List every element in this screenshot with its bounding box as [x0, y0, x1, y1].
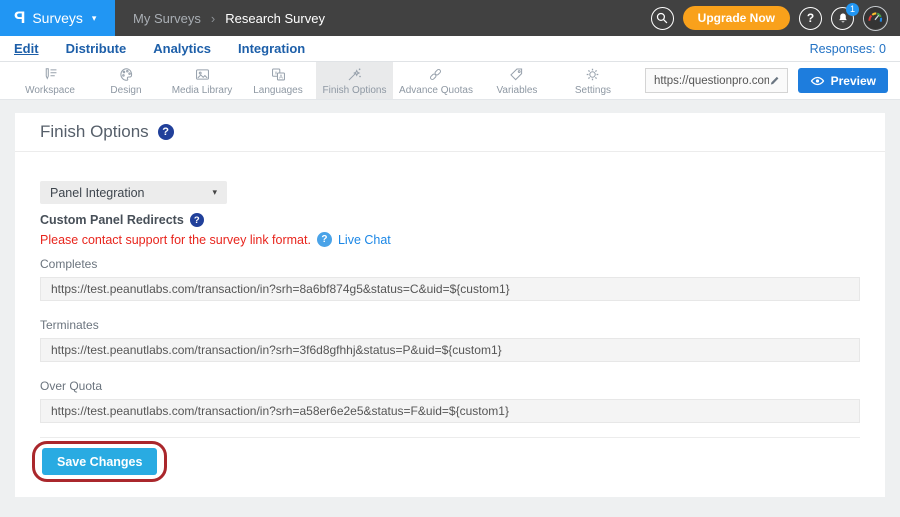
survey-url-input[interactable]	[654, 75, 769, 87]
support-note-text: Please contact support for the survey li…	[40, 233, 311, 247]
tab-languages[interactable]: x A Languages	[240, 62, 316, 99]
questionpro-logo-icon: P	[14, 8, 25, 28]
tab-design[interactable]: Design	[88, 62, 164, 99]
footer-divider	[40, 437, 860, 438]
caret-down-icon: ▾	[92, 13, 97, 24]
avatar-gauge-icon	[864, 7, 886, 29]
notifications-button[interactable]: 1	[831, 7, 854, 30]
topbar: P Surveys ▾ My Surveys › Research Survey…	[0, 0, 900, 36]
magic-wand-icon	[346, 66, 363, 83]
breadcrumb-my-surveys[interactable]: My Surveys	[133, 11, 201, 26]
responses-count[interactable]: Responses: 0	[810, 42, 886, 56]
image-icon	[194, 66, 211, 83]
search-icon	[655, 11, 669, 25]
tab-finish-options[interactable]: Finish Options	[316, 62, 393, 99]
survey-url-field	[645, 68, 788, 93]
nav-tab-edit[interactable]: Edit	[14, 41, 39, 56]
dropdown-caret-icon: ▾	[212, 187, 217, 198]
panel-integration-dropdown[interactable]: Panel Integration ▾	[40, 181, 227, 204]
help-button[interactable]: ?	[799, 7, 822, 30]
card-body: Panel Integration ▾ Custom Panel Redirec…	[15, 152, 885, 497]
completes-url-input[interactable]	[40, 277, 860, 301]
over-quota-label: Over Quota	[40, 379, 860, 393]
terminates-url-input[interactable]	[40, 338, 860, 362]
upgrade-now-button[interactable]: Upgrade Now	[683, 6, 790, 30]
nav-tab-integration[interactable]: Integration	[238, 41, 305, 56]
dropdown-selected-value: Panel Integration	[50, 186, 145, 200]
finish-options-card: Finish Options ? Panel Integration ▾ Cus…	[15, 113, 885, 497]
palette-icon	[118, 66, 135, 83]
notification-badge: 1	[846, 3, 859, 16]
translate-icon: x A	[270, 66, 287, 83]
live-chat-link[interactable]: Live Chat	[338, 233, 391, 247]
tag-icon	[508, 66, 525, 83]
topbar-actions: Upgrade Now ? 1	[651, 6, 900, 31]
terminates-label: Terminates	[40, 318, 860, 332]
live-chat-icon[interactable]: ?	[317, 232, 332, 247]
finish-options-help-icon[interactable]: ?	[158, 124, 174, 140]
custom-panel-redirects-header: Custom Panel Redirects ?	[40, 213, 860, 227]
edit-pencil-icon[interactable]	[769, 74, 781, 87]
tab-media-library[interactable]: Media Library	[164, 62, 240, 99]
nav-tab-distribute[interactable]: Distribute	[66, 41, 127, 56]
tab-variables[interactable]: Variables	[479, 62, 555, 99]
card-header: Finish Options ?	[15, 113, 885, 152]
breadcrumb-separator-icon: ›	[211, 11, 215, 26]
page-title: Finish Options	[40, 122, 149, 142]
support-note-row: Please contact support for the survey li…	[40, 232, 860, 247]
workspace-icon	[42, 66, 59, 83]
over-quota-url-input[interactable]	[40, 399, 860, 423]
tab-workspace[interactable]: Workspace	[12, 62, 88, 99]
gear-icon	[584, 66, 601, 83]
product-menu[interactable]: P Surveys ▾	[0, 0, 115, 36]
page-background: Finish Options ? Panel Integration ▾ Cus…	[0, 100, 900, 497]
section-title: Custom Panel Redirects	[40, 213, 184, 227]
save-changes-button[interactable]: Save Changes	[42, 448, 157, 475]
redirects-help-icon[interactable]: ?	[190, 213, 204, 227]
nav-tab-analytics[interactable]: Analytics	[153, 41, 211, 56]
tab-advance-quotas[interactable]: Advance Quotas	[393, 62, 479, 99]
question-icon: ?	[807, 11, 814, 25]
preview-button[interactable]: Preview	[798, 68, 888, 93]
svg-text:A: A	[279, 74, 283, 80]
save-highlight-annotation: Save Changes	[32, 441, 167, 482]
avatar[interactable]	[863, 6, 888, 31]
breadcrumb: My Surveys › Research Survey	[115, 11, 325, 26]
breadcrumb-current-survey: Research Survey	[225, 11, 325, 26]
product-menu-label: Surveys	[32, 10, 83, 26]
survey-nav: Edit Distribute Analytics Integration Re…	[0, 36, 900, 62]
completes-label: Completes	[40, 257, 860, 271]
tab-settings[interactable]: Settings	[555, 62, 631, 99]
search-button[interactable]	[651, 7, 674, 30]
eye-icon	[810, 75, 825, 87]
edit-toolbar: Workspace Design Media Library x A Langu…	[0, 62, 900, 100]
link-icon	[427, 66, 444, 83]
